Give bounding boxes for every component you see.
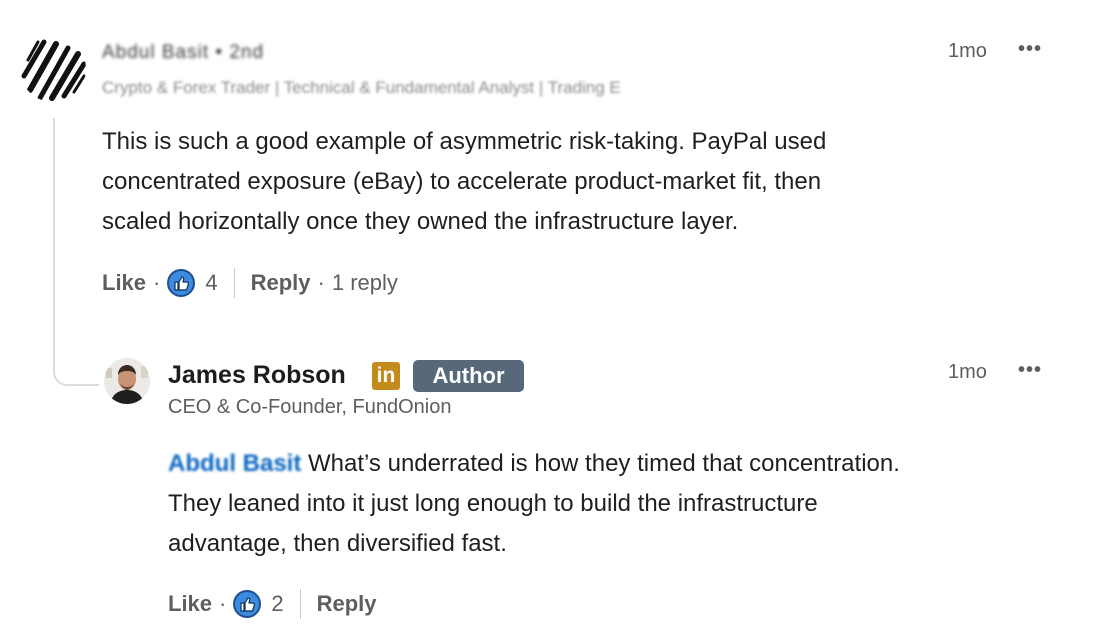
like-button[interactable]: Like [102,270,146,296]
thread-connector [53,118,99,386]
reply-button[interactable]: Reply [317,591,377,617]
thumbs-up-icon[interactable] [167,269,196,297]
reply-body-line: Abdul Basit What’s underrated is how the… [168,444,1078,484]
reply-timestamp: 1mo [948,361,987,383]
reaction-count[interactable]: 2 [271,591,283,617]
linkedin-icon: in [372,362,400,390]
like-button[interactable]: Like [168,591,212,617]
reply-author-name[interactable]: James Robson [168,361,346,390]
comment-body-line: concentrated exposure (eBay) to accelera… [102,168,822,195]
reply-body-line: They leaned into it just long enough to … [168,490,818,517]
comment-timestamp: 1mo [948,40,987,62]
reply-body-line: advantage, then diversified fast. [168,530,507,557]
commenter-name[interactable]: Abdul Basit • 2nd [102,42,264,64]
replies-count-link[interactable]: 1 reply [332,270,398,296]
separator-dot: · [317,270,325,295]
reply-body: Abdul Basit What’s underrated is how the… [168,444,1078,564]
reply-author-avatar[interactable] [104,358,150,404]
comment-body-line: scaled horizontally once they owned the … [102,208,739,235]
reply-button[interactable]: Reply [251,270,311,296]
more-options-icon[interactable]: ••• [1018,38,1042,61]
reply-author-headline: CEO & Co-Founder, FundOnion [168,396,452,418]
comment-body: This is such a good example of asymmetri… [102,122,1042,242]
author-badge: Author [413,360,524,392]
comment-body-line: This is such a good example of asymmetri… [102,128,827,155]
reply-actions: Like · 2 Reply [168,587,377,621]
separator-dot: · [153,270,161,295]
divider [299,589,301,619]
reaction-count[interactable]: 4 [205,270,217,296]
more-options-icon[interactable]: ••• [1018,359,1042,382]
thumbs-up-icon[interactable] [233,590,262,618]
commenter-avatar[interactable] [20,36,86,102]
divider [233,268,235,298]
separator-dot: · [219,591,227,616]
mention-link[interactable]: Abdul Basit [168,450,301,477]
commenter-headline: Crypto & Forex Trader | Technical & Fund… [102,78,621,97]
reply-body-text: What’s underrated is how they timed that… [308,450,900,477]
comment-actions: Like · 4 Reply · 1 reply [102,266,398,300]
